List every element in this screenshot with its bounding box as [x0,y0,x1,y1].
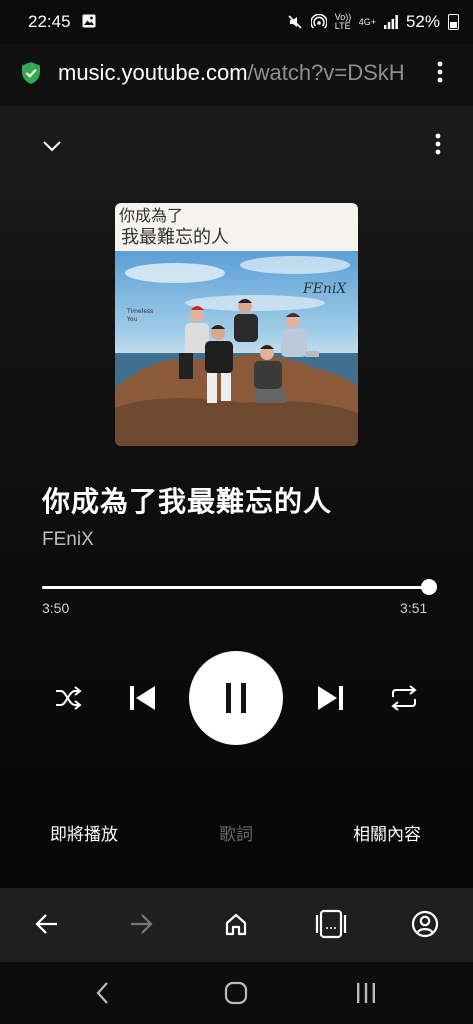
chevron-down-icon[interactable] [36,132,68,160]
skip-next-icon[interactable] [311,680,351,716]
tabs-icon[interactable] [313,906,349,942]
hotspot-icon [310,14,327,29]
url-domain: music.youtube.com [58,60,248,85]
url-text[interactable]: music.youtube.com/watch?v=DSkH [58,60,413,86]
mute-icon [288,15,302,29]
tab-up-next[interactable]: 即將播放 [50,820,118,845]
volte-indicator: Vo)) LTE [334,12,352,31]
song-title: 你成為了我最難忘的人 [42,486,333,517]
system-recents-icon[interactable] [352,978,380,1008]
album-tagline-1: Timeless [126,308,153,315]
album-title-line1: 你成為了 [119,206,183,225]
signal-icon [383,15,398,29]
tab-related[interactable]: 相關內容 [353,820,421,845]
progress-bar[interactable] [42,586,429,589]
secure-shield-icon[interactable] [20,61,42,90]
album-art: 你成為了 我最難忘的人 FEniX Timeless You [115,203,358,446]
album-tagline-2: You [126,316,138,323]
arrow-back-icon[interactable] [30,908,64,940]
skip-previous-icon[interactable] [122,680,162,716]
tab-lyrics[interactable]: 歌詞 [219,820,253,845]
network-type: 4G+ [358,16,376,27]
url-path: /watch?v=DSkH [247,60,405,85]
home-icon[interactable] [219,907,253,941]
total-time: 3:51 [400,600,428,616]
pause-icon [226,683,246,713]
status-time: 22:45 [28,12,71,31]
battery-icon [448,14,459,30]
album-band-logo: FEniX [302,281,347,297]
progress-handle[interactable] [421,579,437,595]
system-back-icon[interactable] [88,978,116,1008]
repeat-icon[interactable] [384,680,424,716]
browser-menu-icon[interactable] [430,60,450,89]
more-vert-icon[interactable] [426,130,450,158]
gallery-notification-icon [82,14,96,33]
system-home-icon[interactable] [220,978,252,1008]
shuffle-icon[interactable] [48,680,88,716]
account-icon[interactable] [408,907,442,941]
album-title-line2: 我最難忘的人 [121,227,229,248]
elapsed-time: 3:50 [42,600,70,616]
artist-name[interactable]: FEniX [42,529,94,551]
status-indicators: Vo)) LTE 4G+ 52% [287,12,459,32]
arrow-forward-icon[interactable] [124,908,158,940]
battery-percent: 52% [405,12,440,31]
pause-button[interactable] [189,651,283,745]
